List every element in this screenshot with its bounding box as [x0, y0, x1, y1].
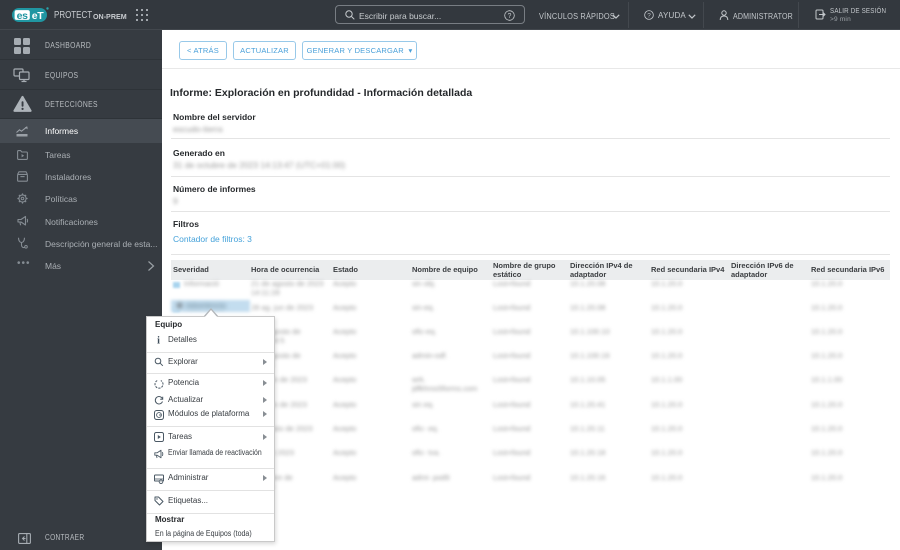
svg-text:i: i	[157, 336, 160, 346]
svg-text:eT: eT	[32, 10, 45, 22]
svg-text:?: ?	[508, 12, 512, 19]
svg-text:es: es	[17, 10, 29, 22]
svg-text:?: ?	[647, 12, 651, 19]
